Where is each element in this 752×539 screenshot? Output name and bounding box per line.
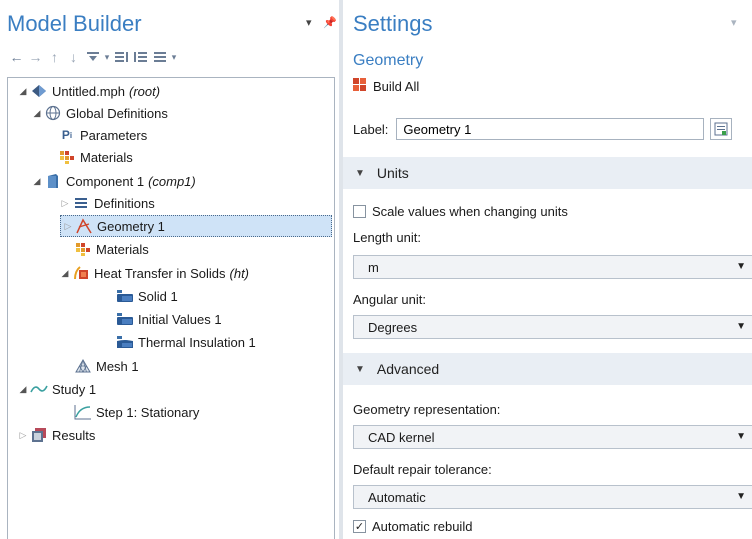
- tree-node-study[interactable]: ◢ Study 1: [16, 378, 97, 400]
- pin-icon[interactable]: 📌: [323, 16, 337, 29]
- parameters-icon: Pi: [61, 128, 73, 142]
- results-icon: [30, 427, 48, 443]
- length-unit-select[interactable]: m ▼: [353, 255, 752, 279]
- heat-transfer-icon: [72, 265, 90, 281]
- back-arrow-icon[interactable]: ←: [7, 48, 26, 66]
- materials-icon: [74, 241, 92, 257]
- tree-node-thermal-insulation[interactable]: Thermal Insulation 1: [116, 331, 256, 353]
- repair-tolerance-select[interactable]: Automatic ▼: [353, 485, 752, 509]
- expand-all-icon[interactable]: [131, 48, 150, 66]
- stationary-step-icon: [74, 404, 92, 420]
- tree-node-root[interactable]: ◢ Untitled.mph (root): [16, 80, 161, 102]
- geometry-icon: [75, 218, 93, 234]
- model-tree-node-text-icon[interactable]: [150, 48, 169, 66]
- move-down-icon[interactable]: ↓: [64, 48, 83, 66]
- model-builder-toolbar: ← → ↑ ↓ ▾ ▾: [7, 48, 179, 66]
- settings-pane: Settings ▾ Geometry Build All Label: ▼ U…: [343, 0, 752, 539]
- model-tree: ◢ Untitled.mph (root) ◢ Global Definitio…: [7, 77, 335, 539]
- collapse-toggle-icon[interactable]: ▷: [58, 198, 72, 209]
- chevron-down-icon: ▼: [736, 491, 746, 502]
- tree-node-global-materials[interactable]: Materials: [58, 146, 133, 168]
- label-row: Label:: [353, 118, 733, 140]
- expand-toggle-icon[interactable]: ◢: [16, 384, 30, 395]
- chevron-down-icon: ▼: [736, 431, 746, 442]
- show-filter-dropdown-icon[interactable]: ▾: [102, 48, 112, 66]
- thermal-insulation-icon: [116, 334, 134, 350]
- materials-icon: [58, 149, 76, 165]
- tree-node-global-definitions[interactable]: ◢ Global Definitions: [30, 102, 168, 124]
- edit-label-icon[interactable]: [710, 118, 733, 140]
- expand-toggle-icon[interactable]: ◢: [30, 108, 44, 119]
- tree-node-mesh[interactable]: Mesh 1: [74, 355, 139, 377]
- view-menu-icon[interactable]: ▾: [306, 16, 312, 29]
- length-unit-label: Length unit:: [353, 230, 421, 245]
- view-menu-icon[interactable]: ▾: [731, 16, 737, 29]
- label-caption: Label:: [353, 121, 389, 137]
- tree-node-component[interactable]: ◢ Component 1 (comp1): [30, 170, 196, 192]
- angular-unit-label: Angular unit:: [353, 292, 426, 307]
- tree-node-step-stationary[interactable]: Step 1: Stationary: [74, 401, 199, 423]
- section-collapse-icon: ▼: [355, 363, 365, 375]
- chevron-down-icon: ▼: [736, 261, 746, 272]
- initial-values-icon: [116, 311, 134, 327]
- units-section-header[interactable]: ▼ Units: [343, 157, 752, 189]
- settings-subtitle: Geometry: [353, 52, 424, 69]
- tree-node-geometry[interactable]: ▷ Geometry 1: [60, 215, 332, 237]
- label-input[interactable]: [396, 118, 705, 140]
- show-filter-icon[interactable]: [83, 48, 102, 66]
- build-all-icon: [353, 78, 367, 95]
- study-icon: [30, 381, 48, 397]
- mesh-icon: [74, 358, 92, 374]
- scale-values-checkbox[interactable]: [353, 205, 366, 218]
- automatic-rebuild-checkbox[interactable]: ✓: [353, 520, 366, 533]
- expand-toggle-icon[interactable]: ◢: [30, 176, 44, 187]
- geometry-representation-label: Geometry representation:: [353, 402, 501, 417]
- angular-unit-select[interactable]: Degrees ▼: [353, 315, 752, 339]
- expand-toggle-icon[interactable]: ◢: [58, 268, 72, 279]
- repair-tolerance-label: Default repair tolerance:: [353, 462, 492, 477]
- tree-node-heat-transfer[interactable]: ◢ Heat Transfer in Solids (ht): [58, 262, 249, 284]
- collapse-toggle-icon[interactable]: ▷: [61, 221, 75, 232]
- model-builder-title: Model Builder: [7, 11, 142, 36]
- definitions-icon: [72, 195, 90, 211]
- advanced-section-header[interactable]: ▼ Advanced: [343, 353, 752, 385]
- expand-toggle-icon[interactable]: ◢: [16, 86, 30, 97]
- collapse-all-icon[interactable]: [112, 48, 131, 66]
- model-root-icon: [30, 83, 48, 99]
- tree-node-definitions[interactable]: ▷ Definitions: [58, 192, 155, 214]
- move-up-icon[interactable]: ↑: [45, 48, 64, 66]
- model-builder-pane: Model Builder ▾ 📌 ← → ↑ ↓ ▾ ▾ ◢ Untitled…: [0, 0, 339, 539]
- tree-node-parameters[interactable]: Pi Parameters: [58, 124, 147, 146]
- component-icon: [44, 173, 62, 189]
- solid-icon: [116, 288, 134, 304]
- globe-icon: [44, 105, 62, 121]
- forward-arrow-icon[interactable]: →: [26, 48, 45, 66]
- chevron-down-icon: ▼: [736, 321, 746, 332]
- section-collapse-icon: ▼: [355, 167, 365, 179]
- geometry-representation-select[interactable]: CAD kernel ▼: [353, 425, 752, 449]
- collapse-toggle-icon[interactable]: ▷: [16, 430, 30, 441]
- build-all-label: Build All: [373, 79, 420, 94]
- tree-node-materials[interactable]: Materials: [74, 238, 149, 260]
- build-all-button[interactable]: Build All: [353, 78, 419, 95]
- settings-title: Settings: [353, 11, 433, 36]
- automatic-rebuild-row[interactable]: ✓ Automatic rebuild: [353, 519, 472, 534]
- tree-node-results[interactable]: ▷ Results: [16, 424, 96, 446]
- scale-values-row[interactable]: Scale values when changing units: [353, 204, 568, 219]
- tree-node-solid[interactable]: Solid 1: [116, 285, 178, 307]
- node-text-dropdown-icon[interactable]: ▾: [169, 48, 179, 66]
- tree-node-initial-values[interactable]: Initial Values 1: [116, 308, 222, 330]
